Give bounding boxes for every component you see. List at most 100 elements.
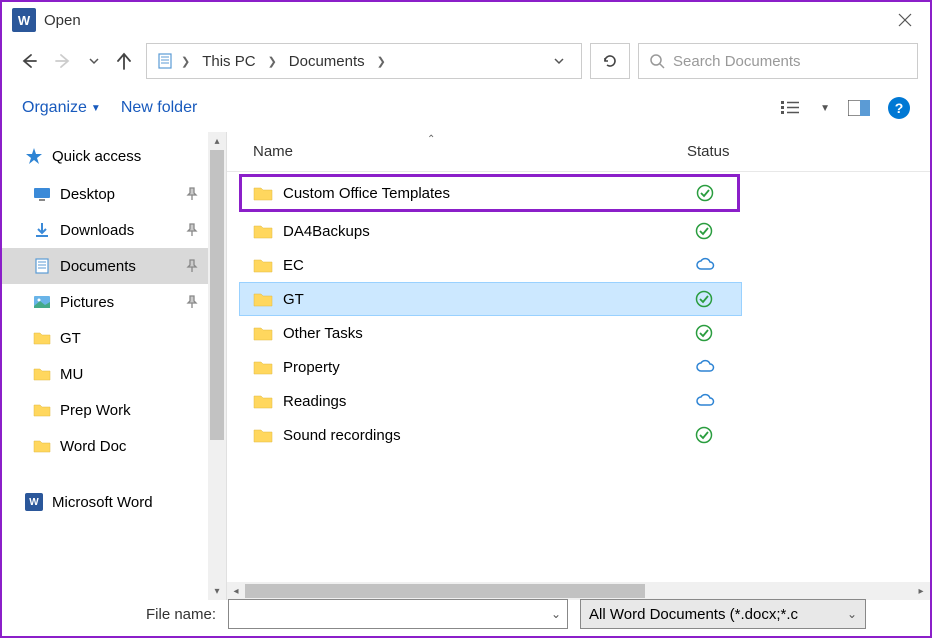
scroll-thumb[interactable] bbox=[210, 150, 224, 440]
breadcrumb-this-pc[interactable]: This PC bbox=[196, 49, 261, 74]
filename-combo[interactable]: ⌄ bbox=[228, 599, 568, 629]
sidebar-item-gt[interactable]: GT bbox=[2, 320, 226, 356]
sidebar-item-word-doc[interactable]: Word Doc bbox=[2, 428, 226, 464]
navigation-bar: ❯ This PC ❯ Documents ❯ bbox=[2, 38, 930, 84]
search-icon bbox=[649, 53, 665, 69]
desktop-icon bbox=[32, 184, 52, 204]
sidebar-microsoft-word[interactable]: W Microsoft Word bbox=[2, 484, 226, 520]
close-button[interactable] bbox=[890, 5, 920, 35]
chevron-right-icon: ❯ bbox=[268, 55, 277, 68]
title-bar: W Open bbox=[2, 2, 930, 38]
view-dropdown[interactable]: ▼ bbox=[820, 103, 830, 114]
sidebar-item-label: Prep Work bbox=[60, 402, 131, 419]
file-row[interactable]: GT bbox=[239, 282, 742, 316]
history-dropdown[interactable] bbox=[86, 47, 102, 75]
organize-button[interactable]: Organize ▼ bbox=[22, 99, 101, 117]
folder-icon bbox=[32, 400, 52, 420]
arrow-right-icon bbox=[54, 51, 74, 71]
forward-button[interactable] bbox=[50, 47, 78, 75]
column-status[interactable]: Status bbox=[687, 143, 730, 160]
scroll-up-button[interactable]: ▴ bbox=[208, 132, 226, 150]
sidebar-item-pictures[interactable]: Pictures bbox=[2, 284, 226, 320]
search-input[interactable] bbox=[673, 53, 907, 70]
file-name: EC bbox=[283, 257, 304, 274]
file-row[interactable]: EC bbox=[227, 248, 930, 282]
chevron-down-icon: ⌄ bbox=[551, 607, 561, 621]
sidebar-item-label: Pictures bbox=[60, 294, 114, 311]
dropdown-arrow-icon: ▼ bbox=[91, 103, 101, 114]
bottom-bar: File name: ⌄ All Word Documents (*.docx;… bbox=[2, 594, 930, 634]
sidebar-item-label: Quick access bbox=[52, 148, 141, 165]
pin-icon bbox=[186, 259, 198, 273]
sync-check-icon bbox=[695, 290, 713, 308]
pin-icon bbox=[186, 187, 198, 201]
file-name: GT bbox=[283, 291, 304, 308]
window-title: Open bbox=[44, 12, 81, 29]
filetype-combo[interactable]: All Word Documents (*.docx;*.c ⌄ bbox=[580, 599, 866, 629]
chevron-down-icon: ⌄ bbox=[847, 607, 857, 621]
preview-pane-button[interactable] bbox=[848, 97, 870, 119]
close-icon bbox=[898, 13, 912, 27]
folder-icon bbox=[253, 323, 273, 343]
organize-label: Organize bbox=[22, 99, 87, 117]
file-row[interactable]: Custom Office Templates bbox=[239, 174, 740, 212]
file-row[interactable]: Other Tasks bbox=[227, 316, 930, 350]
file-name: Sound recordings bbox=[283, 427, 401, 444]
sidebar-quick-access[interactable]: Quick access bbox=[2, 136, 226, 176]
breadcrumb-documents[interactable]: Documents bbox=[283, 49, 371, 74]
arrow-up-icon bbox=[114, 51, 134, 71]
chevron-down-icon bbox=[89, 56, 99, 66]
sync-check-icon bbox=[695, 426, 713, 444]
refresh-button[interactable] bbox=[590, 43, 630, 79]
address-bar[interactable]: ❯ This PC ❯ Documents ❯ bbox=[146, 43, 582, 79]
chevron-right-icon: ❯ bbox=[377, 55, 386, 68]
file-row[interactable]: Property bbox=[227, 350, 930, 384]
file-name: Custom Office Templates bbox=[283, 185, 450, 202]
folder-icon bbox=[253, 425, 273, 445]
folder-icon bbox=[32, 364, 52, 384]
file-row[interactable]: Readings bbox=[227, 384, 930, 418]
new-folder-button[interactable]: New folder bbox=[121, 99, 197, 117]
cloud-icon bbox=[695, 256, 713, 274]
sidebar-item-prep-work[interactable]: Prep Work bbox=[2, 392, 226, 428]
file-row[interactable]: Sound recordings bbox=[227, 418, 930, 452]
folder-icon bbox=[253, 391, 273, 411]
sidebar-item-label: Word Doc bbox=[60, 438, 126, 455]
view-layout-button[interactable] bbox=[780, 97, 802, 119]
sidebar-item-label: GT bbox=[60, 330, 81, 347]
main-area: Quick access Desktop Downloads Documents Pi… bbox=[2, 132, 930, 600]
back-button[interactable] bbox=[14, 47, 42, 75]
pin-icon bbox=[186, 223, 198, 237]
sidebar-item-label: Desktop bbox=[60, 186, 115, 203]
sidebar-item-label: Microsoft Word bbox=[52, 494, 153, 511]
sidebar-item-label: MU bbox=[60, 366, 83, 383]
folder-icon bbox=[253, 183, 273, 203]
refresh-icon bbox=[602, 53, 618, 69]
sidebar-item-desktop[interactable]: Desktop bbox=[2, 176, 226, 212]
pictures-icon bbox=[32, 292, 52, 312]
toolbar: Organize ▼ New folder ▼ ? bbox=[2, 84, 930, 132]
help-button[interactable]: ? bbox=[888, 97, 910, 119]
sync-check-icon bbox=[695, 222, 713, 240]
address-dropdown[interactable] bbox=[545, 55, 573, 67]
file-name: DA4Backups bbox=[283, 223, 370, 240]
chevron-down-icon bbox=[553, 55, 565, 67]
search-box[interactable] bbox=[638, 43, 918, 79]
sidebar-scrollbar[interactable]: ▴ ▾ bbox=[208, 132, 226, 600]
sidebar-item-documents[interactable]: Documents bbox=[2, 248, 226, 284]
folder-icon bbox=[253, 357, 273, 377]
file-row[interactable]: DA4Backups bbox=[227, 214, 930, 248]
file-name: Property bbox=[283, 359, 340, 376]
sidebar-item-mu[interactable]: MU bbox=[2, 356, 226, 392]
file-name: Readings bbox=[283, 393, 346, 410]
up-button[interactable] bbox=[110, 47, 138, 75]
sidebar-item-downloads[interactable]: Downloads bbox=[2, 212, 226, 248]
folder-icon bbox=[253, 289, 273, 309]
sidebar-item-label: Documents bbox=[60, 258, 136, 275]
column-name[interactable]: Name bbox=[227, 143, 293, 160]
folder-icon bbox=[32, 436, 52, 456]
preview-pane-icon bbox=[848, 100, 870, 116]
star-icon bbox=[24, 146, 44, 166]
arrow-left-icon bbox=[18, 51, 38, 71]
word-icon: W bbox=[24, 492, 44, 512]
